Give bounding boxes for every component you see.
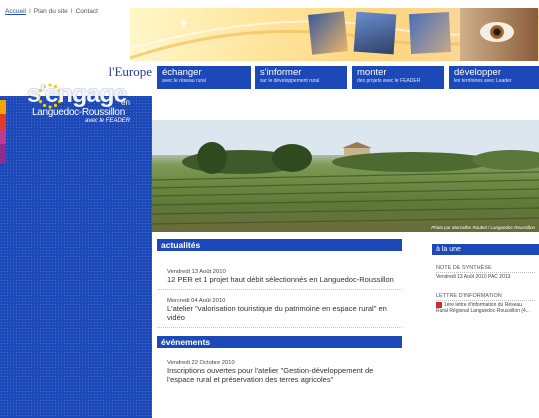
color-stripe-red [0, 114, 6, 130]
news-title[interactable]: L'atelier "valorisation touristique du p… [167, 304, 402, 322]
nav-tab-monter[interactable]: monter des projets avec le FEADER [352, 66, 444, 89]
color-stripe-orange [0, 100, 6, 114]
right-column: à la une NOTE DE SYNTHÈSE Vendredi 13 Ao… [432, 244, 539, 317]
home-link[interactable]: Accueil [5, 8, 26, 15]
lettre-info-block[interactable]: LETTRE D'INFORMATION 1ère lettre d'infor… [432, 291, 539, 317]
section-heading-evenements: événements [157, 336, 402, 348]
nav-tab-title: monter [357, 67, 387, 78]
nav-tab-title: échanger [162, 67, 202, 78]
lettre-info-text[interactable]: 1ère lettre d'information du Réseau Rura… [436, 302, 530, 315]
section-heading-actualites: actualités [157, 239, 402, 251]
logo-region-text: Languedoc-Roussillon [32, 107, 125, 118]
nav-tab-subtitle: les territoires avec Leader [454, 78, 512, 84]
pdf-icon [436, 301, 442, 308]
news-item[interactable]: Vendredi 13 Août 2010 12 PER et 1 projet… [157, 251, 402, 290]
note-synthese-text[interactable]: Vendredi 13 Août 2010 PAC 2013 [436, 273, 535, 281]
color-stripe-purple [0, 144, 6, 164]
nav-tab-echanger[interactable]: échanger avec le réseau rural [157, 66, 251, 89]
banner-eye-image [480, 22, 514, 42]
hero-landscape-illustration [152, 120, 539, 225]
star-decoration-icon: ✧ [140, 46, 148, 56]
nav-tab-sinformer[interactable]: s'informer sur le développement rural [255, 66, 347, 89]
note-synthese-label: NOTE DE SYNTHÈSE [436, 265, 535, 273]
logo-europe-text: l'Europe [108, 64, 153, 79]
star-decoration-icon: ✦ [178, 15, 190, 31]
separator: I [28, 8, 31, 15]
note-synthese-block[interactable]: NOTE DE SYNTHÈSE Vendredi 13 Août 2010 P… [432, 263, 539, 283]
logo-en-text: en [121, 98, 130, 107]
news-title[interactable]: 12 PER et 1 projet haut débit sélectionn… [167, 275, 402, 284]
nav-tab-subtitle: sur le développement rural [260, 78, 320, 84]
header-banner: ✦ ✧ [130, 8, 539, 61]
contact-link[interactable]: Contact [76, 8, 98, 15]
nav-tab-developper[interactable]: développer les territoires avec Leader [449, 66, 539, 89]
top-utility-nav: Accueil I Plan du site I Contact [5, 8, 98, 15]
site-logo[interactable]: l'Europe s'engage en Languedoc-Roussillo… [22, 60, 152, 150]
event-item[interactable]: Vendredi 22 Octobre 2010 Inscriptions ou… [157, 348, 402, 389]
nav-tab-subtitle: avec le réseau rural [162, 78, 206, 84]
sitemap-link[interactable]: Plan du site [34, 8, 68, 15]
banner-photo-3 [408, 11, 452, 55]
separator: I [70, 8, 73, 15]
section-heading-a-la-une: à la une [432, 244, 539, 255]
banner-photo-2 [353, 11, 397, 55]
lettre-info-label: LETTRE D'INFORMATION [436, 293, 535, 301]
event-title[interactable]: Inscriptions ouvertes pour l'atelier "Ge… [167, 366, 402, 384]
photo-credit: Photo par Marcellos Roubel / Languedoc-R… [431, 225, 535, 230]
logo-feader-text: avec le FEADER [84, 118, 130, 124]
main-content: actualités Vendredi 13 Août 2010 12 PER … [157, 239, 402, 389]
hero-vineyard-image: Photo par Marcellos Roubel / Languedoc-R… [152, 120, 539, 232]
nav-tab-title: s'informer [260, 67, 302, 78]
color-stripe-magenta [0, 130, 6, 144]
news-item[interactable]: Mercredi 04 Août 2010 L'atelier "valoris… [157, 290, 402, 328]
banner-photo-1 [308, 11, 348, 55]
nav-tab-title: développer [454, 67, 502, 78]
nav-tab-subtitle: des projets avec le FEADER [357, 78, 421, 84]
logo-sengage-text: s'engage [27, 80, 127, 108]
